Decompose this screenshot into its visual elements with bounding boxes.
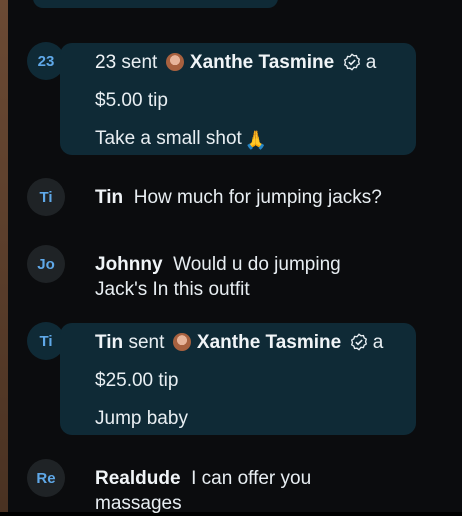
creator-avatar-icon <box>165 53 184 71</box>
tip-amount: $5.00 tip <box>95 90 168 111</box>
sent-label: sent <box>121 52 158 73</box>
message-text: How much for jumping jacks? <box>133 187 382 208</box>
sender-name[interactable]: Johnny <box>95 254 163 275</box>
avatar-initials: 23 <box>37 52 55 70</box>
tip-message-bubble: Tin sent Xanthe Tasmine a $25.00 tip Jum… <box>60 323 416 435</box>
avatar-initials: Jo <box>37 255 55 273</box>
tip-amount: $25.00 tip <box>95 370 179 391</box>
avatar[interactable]: Re <box>27 459 65 497</box>
avatar[interactable]: Ti <box>27 178 65 216</box>
a-label: a <box>372 332 384 353</box>
message-text-continued: Jack's In this outfit <box>95 279 250 300</box>
creator-name[interactable]: Xanthe Tasmine <box>197 332 341 353</box>
a-label: a <box>365 52 377 73</box>
avatar-initials: Re <box>36 469 56 487</box>
creator-name[interactable]: Xanthe Tasmine <box>190 52 334 73</box>
chat-message: Realdude I can offer you massages <box>95 466 311 516</box>
message-text: Would u do jumping <box>173 254 341 275</box>
avatar[interactable]: Jo <box>27 245 65 283</box>
previous-message-bubble <box>33 0 278 8</box>
folded-hands-icon: 🙏 <box>244 130 268 150</box>
sender-name[interactable]: 23 <box>95 52 116 73</box>
sender-name[interactable]: Realdude <box>95 468 181 489</box>
verified-badge-icon <box>343 53 360 71</box>
verified-badge-icon <box>350 333 367 351</box>
message-text: I can offer you <box>191 468 312 489</box>
chat-feed[interactable]: 23 23 sent Xanthe Tasmine a $5.00 tip Ta… <box>8 0 462 514</box>
left-edge-panel <box>0 0 8 512</box>
tip-note: Jump baby <box>95 408 188 429</box>
creator-avatar-icon <box>172 333 191 351</box>
chat-message: Tin How much for jumping jacks? <box>95 185 382 210</box>
message-text-continued: massages <box>95 493 182 514</box>
sender-name[interactable]: Tin <box>95 332 123 353</box>
avatar-initials: Ti <box>39 332 53 350</box>
sent-label: sent <box>128 332 165 353</box>
tip-message-bubble: 23 sent Xanthe Tasmine a $5.00 tip Take … <box>60 43 416 155</box>
avatar-initials: Ti <box>39 188 53 206</box>
chat-message: Johnny Would u do jumping Jack's In this… <box>95 252 341 302</box>
sender-name[interactable]: Tin <box>95 187 123 208</box>
tip-note: Take a small shot <box>95 128 242 149</box>
